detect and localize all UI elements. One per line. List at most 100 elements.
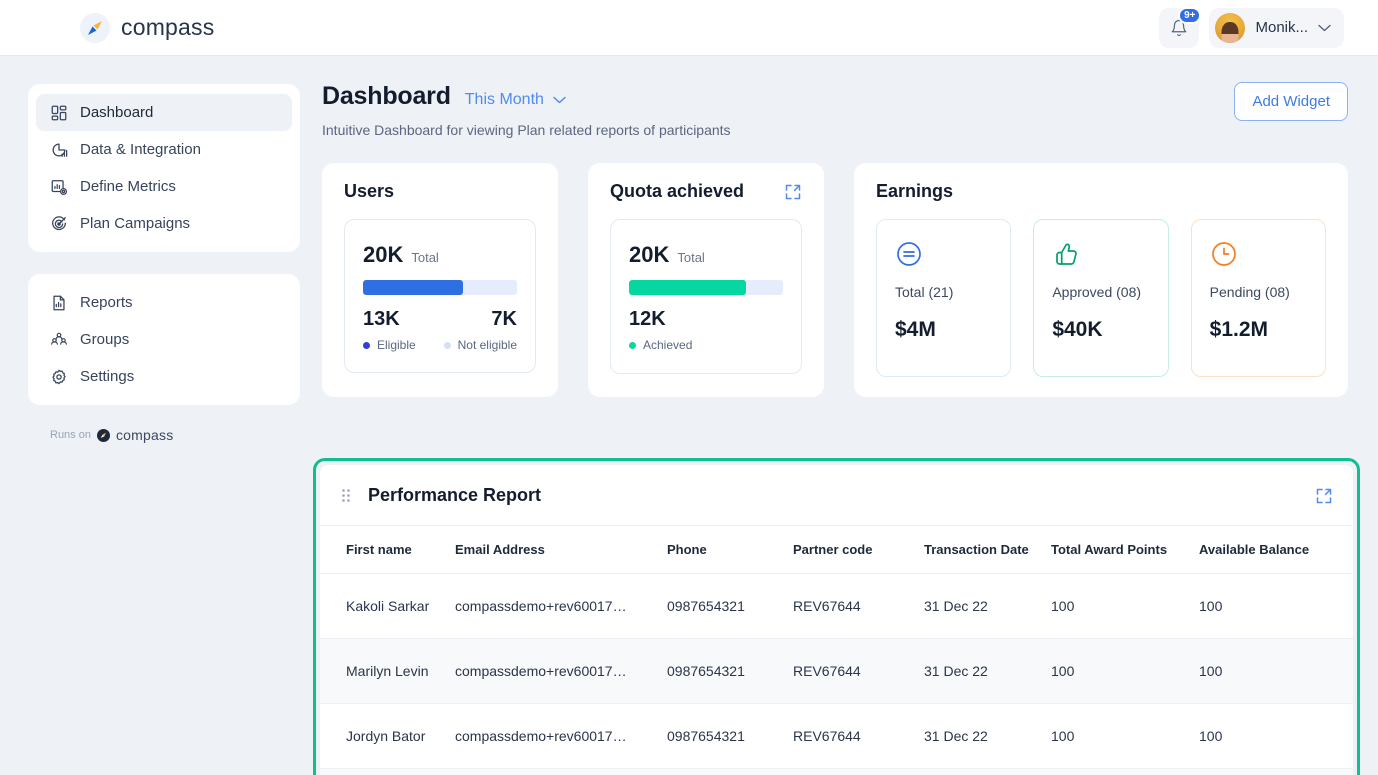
sidebar-item-plan-campaigns[interactable]: Plan Campaigns bbox=[36, 205, 292, 242]
cell-transaction-date: 31 Dec 22 bbox=[924, 639, 1051, 704]
cell-partner-code: REV67644 bbox=[793, 574, 924, 639]
runs-on-label: Runs on bbox=[50, 429, 91, 441]
thumbs-up-icon bbox=[1052, 240, 1080, 268]
table-header-row: First name Email Address Phone Partner c… bbox=[320, 526, 1353, 574]
sidebar-item-define-metrics[interactable]: Define Metrics bbox=[36, 168, 292, 205]
performance-report-header: Performance Report bbox=[320, 465, 1353, 526]
earnings-tile-label: Approved (08) bbox=[1052, 284, 1149, 300]
cell-email-address: compassdemo+rev60017… bbox=[455, 639, 667, 704]
sidebar-item-label: Groups bbox=[80, 331, 129, 348]
avatar bbox=[1215, 13, 1245, 43]
column-header-phone[interactable]: Phone bbox=[667, 526, 793, 574]
body: Dashboard Data & Integration Define bbox=[0, 56, 1378, 775]
performance-report-title: Performance Report bbox=[368, 485, 541, 506]
earnings-tile-pending[interactable]: Pending (08) $1.2M bbox=[1191, 219, 1326, 377]
column-header-partner-code[interactable]: Partner code bbox=[793, 526, 924, 574]
dashboard-app: compass 9+ Monik... bbox=[0, 0, 1378, 775]
column-header-email-address[interactable]: Email Address bbox=[455, 526, 667, 574]
legend-label: Achieved bbox=[643, 338, 692, 352]
performance-report-card: Performance Report First name Email Addr… bbox=[320, 465, 1353, 775]
performance-report-widget-selection[interactable]: Performance Report First name Email Addr… bbox=[313, 458, 1360, 775]
cell-phone: 0987654321 bbox=[667, 639, 793, 704]
cell-total-award-points: 100 bbox=[1051, 769, 1199, 775]
brand-name: compass bbox=[121, 14, 214, 41]
cell-partner-code: REV67644 bbox=[793, 704, 924, 769]
quota-card-header: Quota achieved bbox=[610, 181, 802, 202]
table-row[interactable]: Kakoli Sarkar compassdemo+rev60017… 0987… bbox=[320, 574, 1353, 639]
earnings-tile-label: Pending (08) bbox=[1210, 284, 1307, 300]
top-bar-actions: 9+ Monik... bbox=[1159, 8, 1344, 48]
column-header-available-balance[interactable]: Available Balance bbox=[1199, 526, 1353, 574]
sidebar-secondary-group: Reports Groups Settings bbox=[28, 274, 300, 405]
table-head: First name Email Address Phone Partner c… bbox=[320, 526, 1353, 574]
table-row[interactable]: Jordyn Carder compassdemo+rev60017… 0987… bbox=[320, 769, 1353, 775]
cell-email-address: compassdemo+rev60017… bbox=[455, 704, 667, 769]
cell-total-award-points: 100 bbox=[1051, 704, 1199, 769]
users-split-values: 13K 7K bbox=[363, 308, 517, 331]
earnings-tile-total[interactable]: Total (21) $4M bbox=[876, 219, 1011, 377]
cell-partner-code: REV67644 bbox=[793, 769, 924, 775]
cell-total-award-points: 100 bbox=[1051, 574, 1199, 639]
legend-dot-icon bbox=[444, 342, 451, 349]
notifications-button[interactable]: 9+ bbox=[1159, 8, 1199, 48]
table-row[interactable]: Jordyn Bator compassdemo+rev60017… 09876… bbox=[320, 704, 1353, 769]
sidebar-item-label: Plan Campaigns bbox=[80, 215, 190, 232]
gear-icon bbox=[50, 368, 68, 386]
sidebar-item-settings[interactable]: Settings bbox=[36, 358, 292, 395]
quota-card: Quota achieved 20K Total bbox=[588, 163, 824, 397]
cell-transaction-date: 31 Dec 22 bbox=[924, 704, 1051, 769]
user-menu[interactable]: Monik... bbox=[1209, 8, 1344, 48]
earnings-tile-approved[interactable]: Approved (08) $40K bbox=[1033, 219, 1168, 377]
cell-first-name: Jordyn Carder bbox=[320, 769, 455, 775]
cell-first-name: Marilyn Levin bbox=[320, 639, 455, 704]
cell-available-balance: 100 bbox=[1199, 639, 1353, 704]
drag-handle-icon[interactable] bbox=[342, 489, 350, 502]
runs-on-footer: Runs on compass bbox=[28, 427, 308, 443]
users-total-value: 20K bbox=[363, 242, 403, 268]
column-header-total-award-points[interactable]: Total Award Points bbox=[1051, 526, 1199, 574]
quota-progress-fill bbox=[629, 280, 746, 295]
column-header-first-name[interactable]: First name bbox=[320, 526, 455, 574]
pie-chart-icon bbox=[50, 141, 68, 159]
earnings-card-title: Earnings bbox=[876, 181, 953, 202]
brand-logo[interactable]: compass bbox=[80, 13, 214, 43]
users-legend-eligible: Eligible bbox=[363, 338, 416, 352]
cell-phone: 0987654321 bbox=[667, 769, 793, 775]
legend-dot-icon bbox=[363, 342, 370, 349]
add-widget-button[interactable]: Add Widget bbox=[1234, 82, 1348, 121]
users-progress-track bbox=[363, 280, 517, 295]
users-group-icon bbox=[50, 331, 68, 349]
earnings-tiles: Total (21) $4M Approved (08) $40K bbox=[876, 219, 1326, 377]
expand-icon[interactable] bbox=[1315, 487, 1333, 505]
quota-card-body: 20K Total 12K Achieved bbox=[610, 219, 802, 374]
dashboard-grid-icon bbox=[50, 104, 68, 122]
page-header-left: Dashboard This Month Intuitive Dashboard… bbox=[322, 82, 731, 138]
title-row: Dashboard This Month bbox=[322, 82, 731, 111]
page-subtitle: Intuitive Dashboard for viewing Plan rel… bbox=[322, 122, 731, 138]
column-header-transaction-date[interactable]: Transaction Date bbox=[924, 526, 1051, 574]
period-selector[interactable]: This Month bbox=[465, 91, 566, 109]
expand-icon[interactable] bbox=[784, 183, 802, 201]
target-icon bbox=[50, 215, 68, 233]
sidebar-item-reports[interactable]: Reports bbox=[36, 284, 292, 321]
sidebar-item-dashboard[interactable]: Dashboard bbox=[36, 94, 292, 131]
users-card-header: Users bbox=[344, 181, 536, 202]
quota-total-value: 20K bbox=[629, 242, 669, 268]
earnings-tile-value: $1.2M bbox=[1210, 318, 1307, 342]
table-row[interactable]: Marilyn Levin compassdemo+rev60017… 0987… bbox=[320, 639, 1353, 704]
quota-progress-track bbox=[629, 280, 783, 295]
users-legend-not-eligible: Not eligible bbox=[444, 338, 517, 352]
sidebar-item-label: Dashboard bbox=[80, 104, 153, 121]
users-progress-fill bbox=[363, 280, 463, 295]
chevron-down-icon bbox=[1318, 24, 1331, 32]
users-card: Users 20K Total 13K 7K bbox=[322, 163, 558, 397]
earnings-card-header: Earnings bbox=[876, 181, 1326, 202]
users-card-body: 20K Total 13K 7K bbox=[344, 219, 536, 373]
cell-phone: 0987654321 bbox=[667, 704, 793, 769]
sidebar-item-label: Settings bbox=[80, 368, 134, 385]
sidebar-item-data-integration[interactable]: Data & Integration bbox=[36, 131, 292, 168]
sidebar-item-groups[interactable]: Groups bbox=[36, 321, 292, 358]
cell-transaction-date: 31 Dec 22 bbox=[924, 574, 1051, 639]
cell-email-address: compassdemo+rev60017… bbox=[455, 574, 667, 639]
earnings-card: Earnings Total (21) $4M bbox=[854, 163, 1348, 397]
